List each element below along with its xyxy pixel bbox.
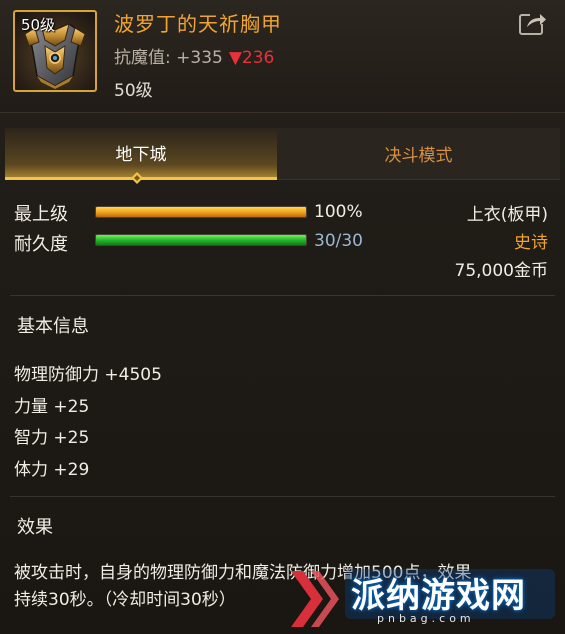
equipment-slot: 上衣(板甲): [466, 205, 548, 225]
durability-label: 耐久度: [14, 234, 68, 255]
attr-vitality: 体力 +29: [14, 460, 90, 480]
basic-info-title: 基本信息: [17, 316, 89, 337]
watermark-text: 派纳游戏网: [351, 576, 526, 616]
max-level-value: 100%: [314, 202, 363, 222]
item-tooltip-panel: 50级 波罗丁的天祈胸甲 抗魔值: +335 ▼236 50级 地下城 决斗模式 …: [0, 0, 565, 634]
magic-resist-row: 抗魔值: +335 ▼236: [114, 43, 274, 68]
resist-down-value: 236: [241, 48, 275, 68]
item-header: 50级 波罗丁的天祈胸甲 抗魔值: +335 ▼236 50级: [0, 0, 565, 113]
durability-bar: [95, 234, 307, 246]
down-arrow-icon: ▼: [228, 48, 242, 68]
mode-tabs: 地下城 决斗模式: [5, 128, 560, 180]
max-level-bar: [95, 206, 307, 218]
attr-intelligence: 智力 +25: [14, 428, 90, 448]
effect-title: 效果: [17, 517, 53, 538]
active-tab-diamond-icon: [131, 172, 143, 184]
attr-strength: 力量 +25: [14, 397, 90, 417]
sell-price: 75,000金币: [454, 261, 548, 281]
max-level-bar-fill: [96, 207, 306, 217]
magic-resist-value: 抗魔值: +335: [114, 48, 223, 68]
section-divider: [10, 295, 555, 296]
resist-down-indicator: ▼236: [229, 48, 275, 68]
rarity-label: 史诗: [514, 233, 548, 253]
tab-duel-mode[interactable]: 决斗模式: [277, 128, 560, 180]
durability-value: 30/30: [314, 231, 363, 251]
attr-physical-defense: 物理防御力 +4505: [14, 365, 162, 385]
item-level-tag: 50级: [21, 16, 56, 34]
max-level-label: 最上级: [14, 204, 68, 225]
share-icon[interactable]: [518, 10, 548, 36]
watermark-url: pnbag.com: [377, 612, 475, 625]
durability-bar-fill: [96, 235, 306, 245]
section-divider: [10, 496, 555, 497]
item-icon-frame[interactable]: 50级: [13, 10, 97, 92]
item-name: 波罗丁的天祈胸甲: [114, 12, 282, 36]
item-level: 50级: [114, 81, 153, 101]
